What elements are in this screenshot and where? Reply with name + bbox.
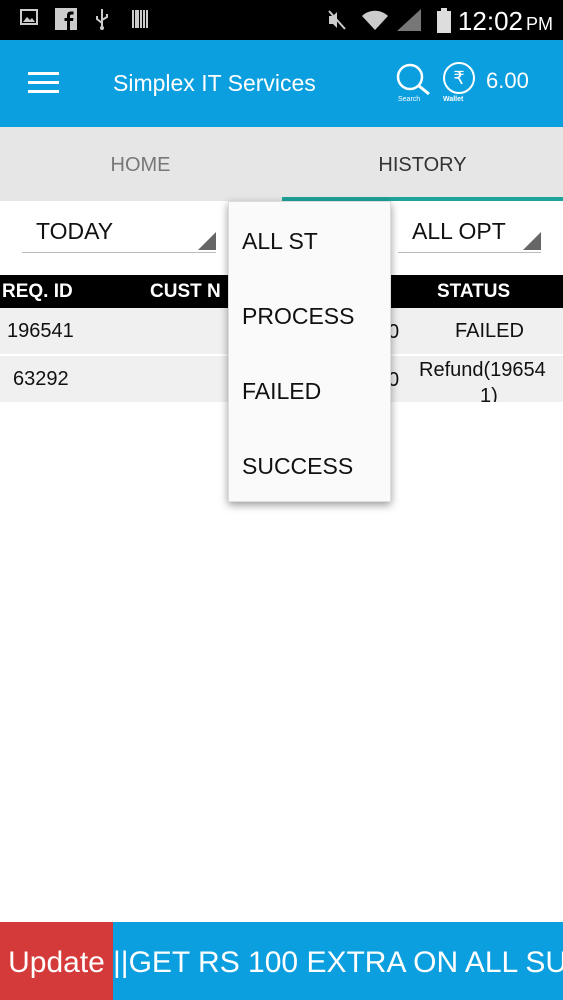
search-button[interactable]: Search <box>394 62 432 104</box>
operator-filter-spinner[interactable]: ALL OPT <box>398 210 541 253</box>
dropdown-option-process[interactable]: PROCESS <box>242 303 354 330</box>
menu-icon[interactable] <box>28 72 59 94</box>
wifi-icon <box>360 8 390 38</box>
app-title: Simplex IT Services <box>113 70 316 96</box>
dropdown-option-failed[interactable]: FAILED <box>242 378 321 405</box>
date-filter-value: TODAY <box>36 218 114 244</box>
dropdown-triangle-icon <box>523 232 541 250</box>
header-cust-no: CUST N <box>150 281 221 302</box>
date-filter-spinner[interactable]: TODAY <box>22 210 216 253</box>
ticker-label: Update <box>0 922 113 1000</box>
signal-icon <box>396 8 422 38</box>
wallet-button[interactable]: ₹ Wallet <box>441 62 477 104</box>
wallet-balance: 6.00 <box>486 68 529 93</box>
req-id-cell: 63292 <box>13 368 69 390</box>
news-ticker: Update ||GET RS 100 EXTRA ON ALL SU <box>0 922 563 1000</box>
facebook-icon <box>55 8 77 36</box>
clock-ampm: PM <box>526 14 553 34</box>
rupee-icon: ₹ <box>443 62 475 94</box>
tab-bar: HOME HISTORY <box>0 127 563 201</box>
header-req-id: REQ. ID <box>2 281 73 302</box>
search-icon <box>396 63 430 96</box>
status-filter-dropdown: ALL ST PROCESS FAILED SUCCESS <box>228 201 391 502</box>
tab-history[interactable]: HISTORY <box>282 127 563 201</box>
req-id-cell: 196541 <box>7 320 74 342</box>
dropdown-option-success[interactable]: SUCCESS <box>242 453 353 480</box>
status-cell: FAILED <box>455 320 524 342</box>
wallet-caption: Wallet <box>443 96 464 103</box>
status-bar: 12:02 PM <box>0 0 563 40</box>
image-icon <box>20 8 38 32</box>
app-bar: Simplex IT Services Search ₹ Wallet 6.00 <box>0 40 563 127</box>
barcode-icon <box>131 8 149 36</box>
dropdown-triangle-icon <box>198 232 216 250</box>
clock-time: 12:02 <box>457 6 523 36</box>
dropdown-option-all-st[interactable]: ALL ST <box>242 228 318 255</box>
header-status: STATUS <box>437 281 511 302</box>
ticker-text: ||GET RS 100 EXTRA ON ALL SU <box>113 946 563 979</box>
usb-icon <box>93 8 111 36</box>
search-caption: Search <box>398 96 421 103</box>
clock: 12:02 PM <box>458 6 553 37</box>
status-cell-line2: 1) <box>480 385 498 402</box>
tab-home[interactable]: HOME <box>0 127 281 201</box>
battery-icon <box>436 8 452 40</box>
operator-filter-value: ALL OPT <box>412 218 506 244</box>
mute-icon <box>326 8 348 38</box>
status-cell-line1: Refund(19654 <box>419 359 546 381</box>
